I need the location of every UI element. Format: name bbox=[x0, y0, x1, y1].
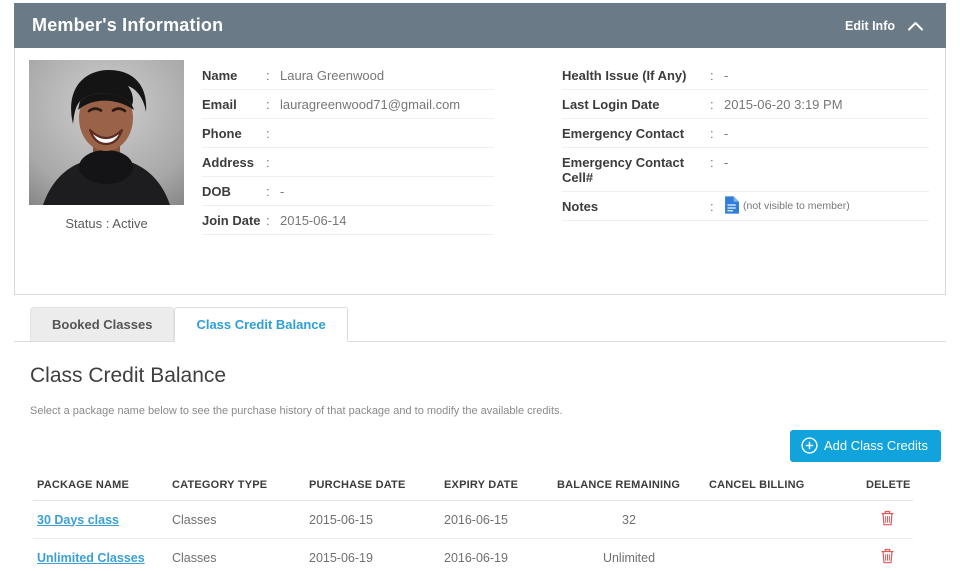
trash-icon bbox=[881, 510, 894, 526]
details-right-column: Health Issue (If Any) : - Last Login Dat… bbox=[562, 61, 929, 294]
balance-remaining-cell: 32 bbox=[622, 512, 636, 527]
notes-value: (not visible to member) bbox=[724, 196, 850, 214]
detail-label: Name bbox=[202, 68, 238, 83]
section-title: Class Credit Balance bbox=[30, 364, 227, 387]
plus-circle-icon bbox=[801, 437, 818, 454]
column-header-expiry-date: EXPIRY DATE bbox=[444, 479, 519, 491]
tab-booked-classes[interactable]: Booked Classes bbox=[30, 307, 175, 341]
detail-value: 2015-06-14 bbox=[280, 213, 347, 228]
document-icon[interactable] bbox=[724, 196, 739, 214]
detail-row-dob: DOB : - bbox=[202, 177, 494, 206]
colon-separator: : bbox=[266, 68, 270, 83]
detail-label: Join Date bbox=[202, 213, 261, 228]
column-header-delete: DELETE bbox=[866, 479, 911, 491]
detail-label: Phone bbox=[202, 126, 242, 141]
add-class-credits-button[interactable]: Add Class Credits bbox=[789, 430, 941, 462]
actions-row: Add Class Credits bbox=[14, 430, 941, 462]
class-credit-table: PACKAGE NAME CATEGORY TYPE PURCHASE DATE… bbox=[33, 469, 913, 571]
details-left-column: Name : Laura Greenwood Email : lauragree… bbox=[202, 61, 494, 294]
purchase-date-cell: 2015-06-19 bbox=[309, 550, 373, 565]
detail-label: Emergency Contact bbox=[562, 126, 685, 141]
column-header-cancel-billing: CANCEL BILLING bbox=[709, 479, 805, 491]
package-name-link[interactable]: Unlimited Classes bbox=[37, 551, 145, 565]
member-information-header: Member's Information Edit Info bbox=[14, 3, 946, 48]
detail-label: Email bbox=[202, 97, 237, 112]
member-tabs: Booked Classes Class Credit Balance bbox=[14, 307, 946, 342]
member-information-page: Member's Information Edit Info Status: … bbox=[0, 0, 960, 571]
detail-row-address: Address : bbox=[202, 148, 494, 177]
detail-label: Health Issue (If Any) bbox=[562, 68, 687, 83]
cancel-billing-cell bbox=[705, 501, 862, 539]
detail-row-email: Email : lauragreenwood71@gmail.com bbox=[202, 90, 494, 119]
detail-label: Last Login Date bbox=[562, 97, 660, 112]
member-details-panel: Status : Active Name : Laura Greenwood E… bbox=[14, 48, 946, 295]
column-header-balance-remaining: BALANCE REMAINING bbox=[557, 479, 681, 491]
detail-row-emergency-contact: Emergency Contact : - bbox=[562, 119, 929, 148]
trash-icon bbox=[881, 548, 894, 564]
table-row: 30 Days class Classes 2015-06-15 2016-06… bbox=[33, 501, 913, 539]
page-title: Member's Information bbox=[32, 15, 224, 35]
detail-row-name: Name : Laura Greenwood bbox=[202, 61, 494, 90]
detail-row-join-date: Join Date : 2015-06-14 bbox=[202, 206, 494, 235]
delete-button[interactable] bbox=[881, 548, 894, 564]
tab-class-credit-balance[interactable]: Class Credit Balance bbox=[174, 307, 348, 342]
detail-row-emergency-cell: Emergency Contact Cell# : - bbox=[562, 148, 929, 192]
column-header-package-name: PACKAGE NAME bbox=[37, 479, 130, 491]
detail-label: Emergency Contact Cell# bbox=[562, 155, 685, 185]
detail-value: - bbox=[724, 68, 729, 83]
detail-value: 2015-06-20 3:19 PM bbox=[724, 97, 843, 112]
cancel-billing-cell bbox=[705, 539, 862, 571]
colon-separator: : bbox=[266, 213, 270, 228]
colon-separator: : bbox=[710, 155, 714, 170]
colon-separator: : bbox=[266, 155, 270, 170]
detail-value: - bbox=[724, 155, 729, 170]
colon-separator: : bbox=[710, 199, 714, 214]
package-name-link[interactable]: 30 Days class bbox=[37, 513, 119, 527]
detail-label: DOB bbox=[202, 184, 231, 199]
detail-value: - bbox=[280, 184, 285, 199]
detail-label: Notes bbox=[562, 199, 599, 214]
detail-row-last-login: Last Login Date : 2015-06-20 3:19 PM bbox=[562, 90, 929, 119]
column-header-purchase-date: PURCHASE DATE bbox=[309, 479, 406, 491]
expiry-date-cell: 2016-06-19 bbox=[444, 550, 508, 565]
detail-value: Laura Greenwood bbox=[280, 68, 385, 83]
add-class-credits-label: Add Class Credits bbox=[823, 438, 928, 453]
edit-info-label: Edit Info bbox=[845, 18, 895, 33]
detail-row-health-issue: Health Issue (If Any) : - bbox=[562, 61, 929, 90]
balance-remaining-cell: Unlimited bbox=[602, 550, 656, 565]
colon-separator: : bbox=[710, 126, 714, 141]
colon-separator: : bbox=[266, 97, 270, 112]
purchase-date-cell: 2015-06-15 bbox=[309, 512, 373, 527]
expiry-date-cell: 2016-06-15 bbox=[444, 512, 508, 527]
colon-separator: : bbox=[266, 184, 270, 199]
colon-separator: : bbox=[266, 126, 270, 141]
detail-row-notes: Notes : (not visible to member) bbox=[562, 192, 929, 221]
colon-separator: : bbox=[710, 68, 714, 83]
section-description: Select a package name below to see the p… bbox=[30, 405, 563, 417]
chevron-up-icon bbox=[908, 21, 923, 30]
detail-row-phone: Phone : bbox=[202, 119, 494, 148]
notes-visibility-hint: (not visible to member) bbox=[743, 200, 850, 212]
category-type-cell: Classes bbox=[172, 550, 217, 565]
category-type-cell: Classes bbox=[172, 512, 217, 527]
edit-info-button[interactable]: Edit Info bbox=[845, 19, 924, 33]
detail-value: lauragreenwood71@gmail.com bbox=[280, 97, 461, 112]
table-row: Unlimited Classes Classes 2015-06-19 201… bbox=[33, 539, 913, 571]
detail-label: Address bbox=[202, 155, 255, 170]
member-photo-column: Status : Active bbox=[29, 60, 184, 294]
column-header-category-type: CATEGORY TYPE bbox=[172, 479, 268, 491]
detail-value: - bbox=[724, 126, 729, 141]
member-status: Status : Active bbox=[65, 216, 148, 231]
table-header-row: PACKAGE NAME CATEGORY TYPE PURCHASE DATE… bbox=[33, 469, 913, 501]
member-photo bbox=[29, 60, 184, 205]
colon-separator: : bbox=[710, 97, 714, 112]
delete-button[interactable] bbox=[881, 510, 894, 526]
